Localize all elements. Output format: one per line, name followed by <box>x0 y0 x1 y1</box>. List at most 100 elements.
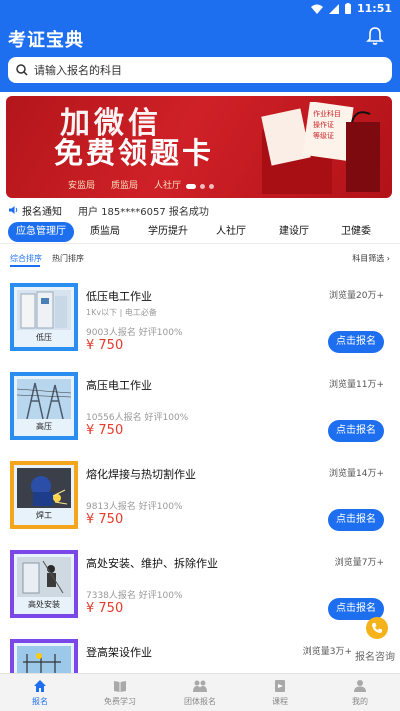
tab-education[interactable]: 学历提升 <box>136 222 200 242</box>
course-views: 浏览量20万+ <box>329 291 384 301</box>
course-price: ¥ 750 <box>86 423 124 438</box>
thumbnail-caption: 高处安装 <box>28 600 60 609</box>
course-title: 低压电工作业 <box>86 290 152 303</box>
course-title: 熔化焊接与热切割作业 <box>86 468 196 481</box>
paper-tag: 操作证 <box>313 120 334 129</box>
nav-free-study[interactable]: 免费学习 <box>80 674 160 711</box>
course-title: 高压电工作业 <box>86 379 152 392</box>
course-item[interactable]: 高处安装 高处安装、维护、拆除作业 7338人报名 好评100% ¥ 750 浏… <box>10 550 390 634</box>
nav-label: 免费学习 <box>104 697 136 706</box>
nav-label: 报名 <box>32 697 48 706</box>
course-item[interactable]: 低压 低压电工作业 1Kv以下 | 电工必备 9003人报名 好评100% ¥ … <box>10 283 390 367</box>
notice-bar: 报名通知 用户 185****6057 报名成功 <box>8 203 209 218</box>
course-title: 高处安装、维护、拆除作业 <box>86 557 218 570</box>
tab-hr[interactable]: 人社厅 <box>200 222 262 242</box>
enroll-button[interactable]: 点击报名 <box>328 331 384 353</box>
consult-label[interactable]: 报名咨询 <box>355 648 395 663</box>
banner-tag: 质监局 <box>111 181 139 191</box>
pager-dot[interactable] <box>186 184 196 189</box>
course-views: 浏览量7万+ <box>334 558 384 568</box>
consult-button[interactable] <box>366 617 388 639</box>
promo-banner[interactable]: 加微信 免费领题卡 安监局 质监局 人社厅 作业科目 操作证 等级证 <box>6 96 392 198</box>
banner-tags: 安监局 质监局 人社厅 <box>68 178 181 191</box>
pager-dot[interactable] <box>200 184 205 189</box>
enroll-button[interactable]: 点击报名 <box>328 509 384 531</box>
thumbnail-caption: 高压 <box>36 422 52 431</box>
nav-profile[interactable]: 我的 <box>320 674 400 711</box>
battery-icon <box>344 3 351 14</box>
enroll-button[interactable]: 点击报名 <box>328 420 384 442</box>
paper-tag: 作业科目 <box>313 109 341 118</box>
home-icon <box>34 680 46 692</box>
thumbnail-caption: 焊工 <box>36 511 52 520</box>
sort-popular[interactable]: 热门排序 <box>52 253 84 264</box>
bottom-navigation: 报名 免费学习 团体报名 课程 我的 <box>0 673 400 711</box>
course-meta: 7338人报名 好评100% <box>86 591 183 601</box>
high-voltage-image <box>17 379 71 419</box>
banner-tag: 安监局 <box>68 181 96 191</box>
banner-line2: 免费领题卡 <box>54 136 215 170</box>
electric-cabinet-image <box>17 290 71 330</box>
course-price: ¥ 750 <box>86 338 124 353</box>
course-thumbnail: 高压 <box>10 372 78 440</box>
group-icon <box>193 680 207 692</box>
sort-composite[interactable]: 综合排序 <box>10 253 42 267</box>
course-meta: 10556人报名 好评100% <box>86 413 189 423</box>
paper-tag: 等级证 <box>313 131 334 140</box>
tab-health[interactable]: 卫健委 <box>326 222 386 242</box>
course-subtitle: 1Kv以下 | 电工必备 <box>86 308 157 317</box>
search-bar[interactable] <box>8 57 392 83</box>
nav-courses[interactable]: 课程 <box>240 674 320 711</box>
course-meta: 9813人报名 好评100% <box>86 502 183 512</box>
pager-dot[interactable] <box>209 184 214 189</box>
status-bar: 11:51 <box>0 0 400 18</box>
wifi-icon <box>310 4 323 14</box>
welding-image <box>17 468 71 508</box>
course-meta: 9003人报名 好评100% <box>86 328 183 338</box>
course-title: 登高架设作业 <box>86 646 152 659</box>
thumbnail-caption: 低压 <box>36 333 52 342</box>
signal-icon <box>328 3 339 14</box>
notice-message: 用户 185****6057 报名成功 <box>78 206 209 218</box>
nav-enroll[interactable]: 报名 <box>0 674 80 711</box>
banner-tag: 人社厅 <box>154 181 182 191</box>
scaffolding-image <box>17 646 71 673</box>
search-icon <box>16 64 28 76</box>
tab-quality[interactable]: 质监局 <box>74 222 136 242</box>
app-title: 考证宝典 <box>8 30 84 51</box>
nav-group-enroll[interactable]: 团体报名 <box>160 674 240 711</box>
tab-emergency[interactable]: 应急管理厅 <box>8 222 74 242</box>
divider <box>0 243 400 244</box>
search-input[interactable] <box>34 63 354 77</box>
course-views: 浏览量14万+ <box>329 469 384 479</box>
header: 11:51 考证宝典 <box>0 0 400 92</box>
tab-construction[interactable]: 建设厅 <box>262 222 326 242</box>
phone-icon <box>372 623 382 633</box>
course-item[interactable]: 高压 高压电工作业 10556人报名 好评100% ¥ 750 浏览量11万+ … <box>10 372 390 456</box>
book-icon <box>114 681 126 692</box>
bell-icon[interactable] <box>366 26 384 46</box>
course-item[interactable]: 登高架设作业 浏览量3万+ <box>10 639 390 673</box>
category-tabs: 应急管理厅 质监局 学历提升 人社厅 建设厅 卫健委 <box>8 222 392 242</box>
notice-label: 报名通知 <box>22 206 62 218</box>
course-price: ¥ 750 <box>86 512 124 527</box>
course-thumbnail: 低压 <box>10 283 78 351</box>
sort-bar: 综合排序 热门排序 科目筛选 › <box>10 253 390 267</box>
nav-label: 我的 <box>352 697 368 706</box>
subject-filter[interactable]: 科目筛选 › <box>352 253 390 264</box>
course-views: 浏览量3万+ <box>302 647 352 657</box>
course-thumbnail: 焊工 <box>10 461 78 529</box>
banner-illustration: 作业科目 操作证 等级证 <box>261 102 380 194</box>
course-price: ¥ 750 <box>86 601 124 616</box>
course-icon <box>275 680 285 692</box>
nav-label: 课程 <box>272 697 288 706</box>
height-work-image <box>17 557 71 597</box>
course-thumbnail <box>10 639 78 673</box>
nav-label: 团体报名 <box>184 697 216 706</box>
user-icon <box>354 680 366 692</box>
course-thumbnail: 高处安装 <box>10 550 78 618</box>
speaker-icon <box>9 206 18 214</box>
course-views: 浏览量11万+ <box>329 380 384 390</box>
banner-pager <box>186 184 214 189</box>
course-item[interactable]: 焊工 熔化焊接与热切割作业 9813人报名 好评100% ¥ 750 浏览量14… <box>10 461 390 545</box>
